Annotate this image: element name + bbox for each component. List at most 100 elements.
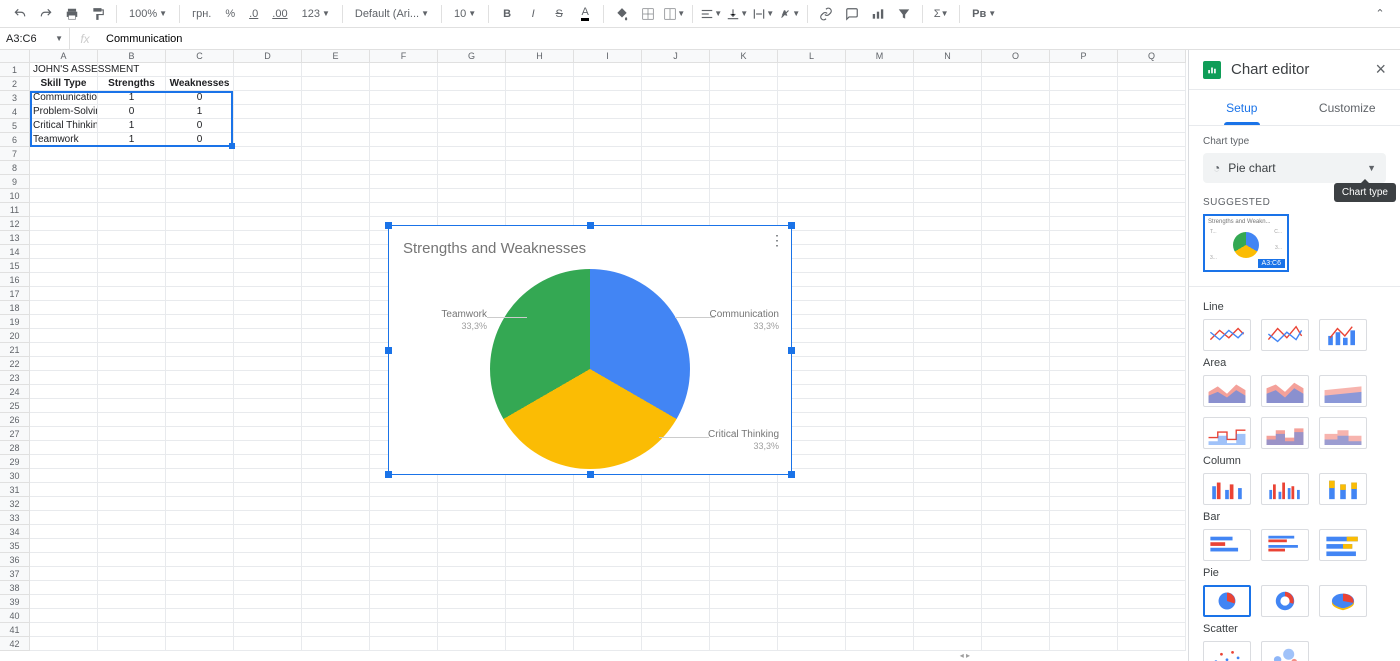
cell[interactable] [302,609,370,623]
cell[interactable] [302,581,370,595]
cell[interactable] [1118,623,1186,637]
cell[interactable] [982,567,1050,581]
cell[interactable] [30,413,98,427]
cell[interactable] [1050,525,1118,539]
cell[interactable] [914,161,982,175]
cell[interactable] [982,119,1050,133]
cell[interactable] [370,63,438,77]
cell[interactable] [982,595,1050,609]
cell[interactable] [166,287,234,301]
cell[interactable] [302,455,370,469]
cell[interactable] [438,119,506,133]
thumb-col-3[interactable] [1319,473,1367,505]
horizontal-align-button[interactable]: ▼ [699,2,723,26]
cell[interactable] [302,525,370,539]
cell[interactable] [846,203,914,217]
row-header[interactable]: 24 [0,385,30,399]
cell[interactable] [982,371,1050,385]
cell[interactable] [438,539,506,553]
cell[interactable] [30,147,98,161]
font-select[interactable]: Default (Ari...▼ [349,8,435,20]
cell[interactable] [1118,511,1186,525]
cell[interactable] [302,91,370,105]
cell[interactable] [778,581,846,595]
cell[interactable] [574,189,642,203]
cell[interactable] [982,581,1050,595]
row-header[interactable]: 37 [0,567,30,581]
cell[interactable] [642,497,710,511]
cell[interactable] [914,455,982,469]
cell[interactable] [30,203,98,217]
cell[interactable] [1050,315,1118,329]
row-header[interactable]: 40 [0,609,30,623]
cell[interactable] [778,511,846,525]
cell[interactable] [1050,357,1118,371]
cell[interactable] [98,329,166,343]
cell[interactable] [438,483,506,497]
cell[interactable] [98,525,166,539]
row-header[interactable]: 27 [0,427,30,441]
insert-comment-button[interactable] [840,2,864,26]
cell[interactable] [1050,175,1118,189]
cell[interactable] [914,77,982,91]
cell[interactable] [982,413,1050,427]
cell[interactable] [438,147,506,161]
cell[interactable] [1118,343,1186,357]
cell[interactable] [914,301,982,315]
cell[interactable] [438,595,506,609]
row-header[interactable]: 5 [0,119,30,133]
cell[interactable] [846,553,914,567]
cell[interactable] [302,63,370,77]
cell[interactable] [98,399,166,413]
cell[interactable] [302,245,370,259]
cell[interactable] [1050,301,1118,315]
cell[interactable] [506,119,574,133]
cell[interactable] [30,441,98,455]
cell[interactable] [98,385,166,399]
insert-chart-button[interactable] [866,2,890,26]
cell[interactable] [982,231,1050,245]
cell[interactable] [370,553,438,567]
cell[interactable] [574,483,642,497]
undo-button[interactable] [8,2,32,26]
cell[interactable] [234,385,302,399]
italic-button[interactable]: I [521,2,545,26]
cell[interactable] [166,567,234,581]
cell[interactable] [302,553,370,567]
vertical-align-button[interactable]: ▼ [725,2,749,26]
cell[interactable] [642,133,710,147]
cell[interactable] [30,623,98,637]
cell[interactable] [302,217,370,231]
thumb-step-2[interactable] [1261,417,1309,449]
cell[interactable] [914,525,982,539]
cell[interactable] [166,399,234,413]
cell[interactable] [1050,287,1118,301]
cell[interactable] [302,161,370,175]
cell[interactable] [642,105,710,119]
cell[interactable] [438,161,506,175]
cell[interactable] [982,161,1050,175]
cell[interactable] [1118,553,1186,567]
cell[interactable] [98,511,166,525]
thumb-pie-1[interactable] [1203,585,1251,617]
cell[interactable] [166,231,234,245]
cell[interactable] [574,161,642,175]
cell[interactable] [1118,483,1186,497]
cell[interactable] [778,161,846,175]
cell[interactable] [166,413,234,427]
cell[interactable] [642,567,710,581]
row-header[interactable]: 15 [0,259,30,273]
cell[interactable] [438,567,506,581]
cell[interactable] [234,469,302,483]
cell[interactable] [506,161,574,175]
row-header[interactable]: 8 [0,161,30,175]
row-header[interactable]: 14 [0,245,30,259]
cell[interactable] [506,609,574,623]
cell[interactable] [982,441,1050,455]
column-header[interactable]: Q [1118,50,1186,63]
cell[interactable] [982,259,1050,273]
row-header[interactable]: 3 [0,91,30,105]
cell[interactable] [234,609,302,623]
cell[interactable] [642,119,710,133]
cell[interactable] [234,525,302,539]
